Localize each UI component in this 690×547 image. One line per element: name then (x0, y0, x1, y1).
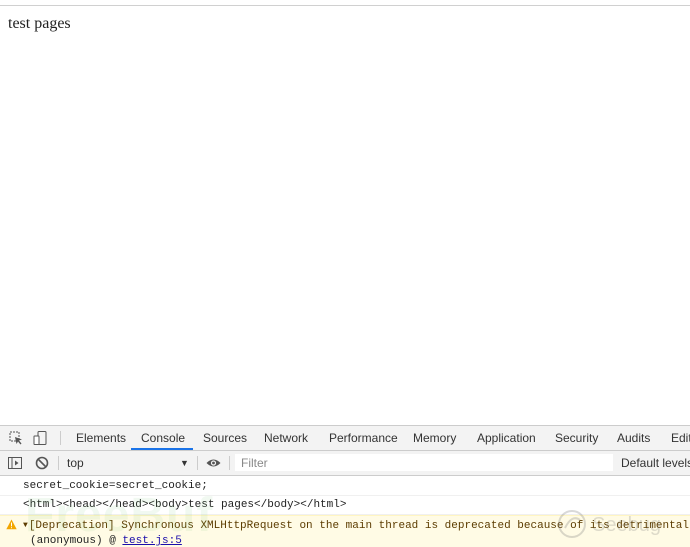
filterbar-separator-3 (229, 456, 230, 470)
active-tab-indicator (131, 448, 193, 450)
page-content-text: test pages (8, 15, 71, 32)
stack-trace-line: (anonymous) @ test.js:5 (30, 534, 182, 547)
devtools-tabbar: Elements Console Sources Network Perform… (0, 426, 690, 451)
console-warning-message: ▼[Deprecation] Synchronous XMLHttpReques… (0, 515, 690, 547)
context-selector[interactable]: top (67, 451, 192, 475)
clear-console-icon[interactable] (35, 456, 49, 470)
tab-edit[interactable]: Edit (671, 426, 690, 450)
element-picker-icon[interactable] (9, 431, 23, 445)
tab-security[interactable]: Security (555, 426, 598, 450)
source-link[interactable]: test.js:5 (122, 535, 181, 547)
live-expression-eye-icon[interactable] (206, 456, 221, 470)
devtools-panel: Elements Console Sources Network Perform… (0, 425, 690, 547)
filterbar-separator-2 (197, 456, 198, 470)
warning-icon (6, 519, 17, 530)
filterbar-separator (58, 456, 59, 470)
context-dropdown-arrow-icon[interactable]: ▼ (180, 451, 189, 475)
tab-application[interactable]: Application (477, 426, 536, 450)
toolbar-separator (60, 431, 61, 445)
tab-memory[interactable]: Memory (413, 426, 456, 450)
tab-audits[interactable]: Audits (617, 426, 650, 450)
tab-performance[interactable]: Performance (329, 426, 398, 450)
warning-text-line[interactable]: ▼[Deprecation] Synchronous XMLHttpReques… (23, 518, 690, 534)
log-levels-dropdown[interactable]: Default levels (621, 451, 690, 475)
show-sidebar-icon[interactable] (8, 456, 22, 470)
console-output: secret_cookie=secret_cookie; <html><head… (0, 477, 690, 547)
console-message: secret_cookie=secret_cookie; (0, 477, 690, 496)
console-message: <html><head></head><body>test pages</bod… (0, 496, 690, 515)
stack-prefix: (anonymous) @ (30, 535, 123, 547)
tab-network[interactable]: Network (264, 426, 308, 450)
warning-text: [Deprecation] Synchronous XMLHttpRequest… (28, 520, 690, 532)
expand-triangle-icon[interactable]: ▼ (23, 518, 28, 533)
page-viewport: test pages (0, 6, 690, 425)
browser-window: test pages Elements Console Sources Netw… (0, 0, 690, 547)
tab-console[interactable]: Console (141, 426, 185, 450)
tab-elements[interactable]: Elements (76, 426, 126, 450)
tab-sources[interactable]: Sources (203, 426, 247, 450)
device-toggle-icon[interactable] (33, 431, 47, 445)
console-filterbar: top ▼ Default levels (0, 451, 690, 476)
filter-input[interactable] (235, 454, 613, 471)
